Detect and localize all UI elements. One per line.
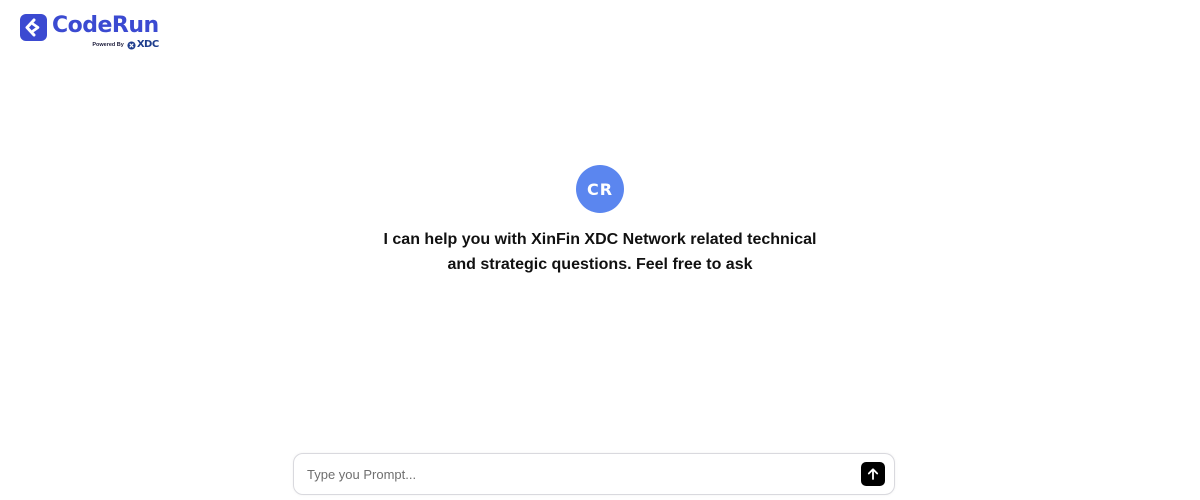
prompt-input[interactable] <box>307 466 861 482</box>
brand-name: CodeRun <box>52 13 159 38</box>
prompt-bar <box>293 453 895 495</box>
powered-by-label: Powered By <box>92 42 124 48</box>
powered-by: Powered By XDC <box>52 40 159 50</box>
coderun-logo[interactable]: CodeRun Powered By XDC <box>20 13 159 51</box>
page: CodeRun Powered By XDC CR I can help you… <box>0 0 1200 500</box>
coderun-logo-icon <box>20 14 47 41</box>
assistant-avatar: CR <box>576 165 624 213</box>
assistant-intro: CR I can help you with XinFin XDC Networ… <box>0 165 1200 277</box>
intro-message: I can help you with XinFin XDC Network r… <box>383 231 817 273</box>
partner-name: XDC <box>136 39 159 50</box>
xdc-logo: XDC <box>127 40 159 50</box>
xdc-icon <box>127 40 136 50</box>
send-button[interactable] <box>861 462 885 486</box>
arrow-up-icon <box>867 468 879 480</box>
